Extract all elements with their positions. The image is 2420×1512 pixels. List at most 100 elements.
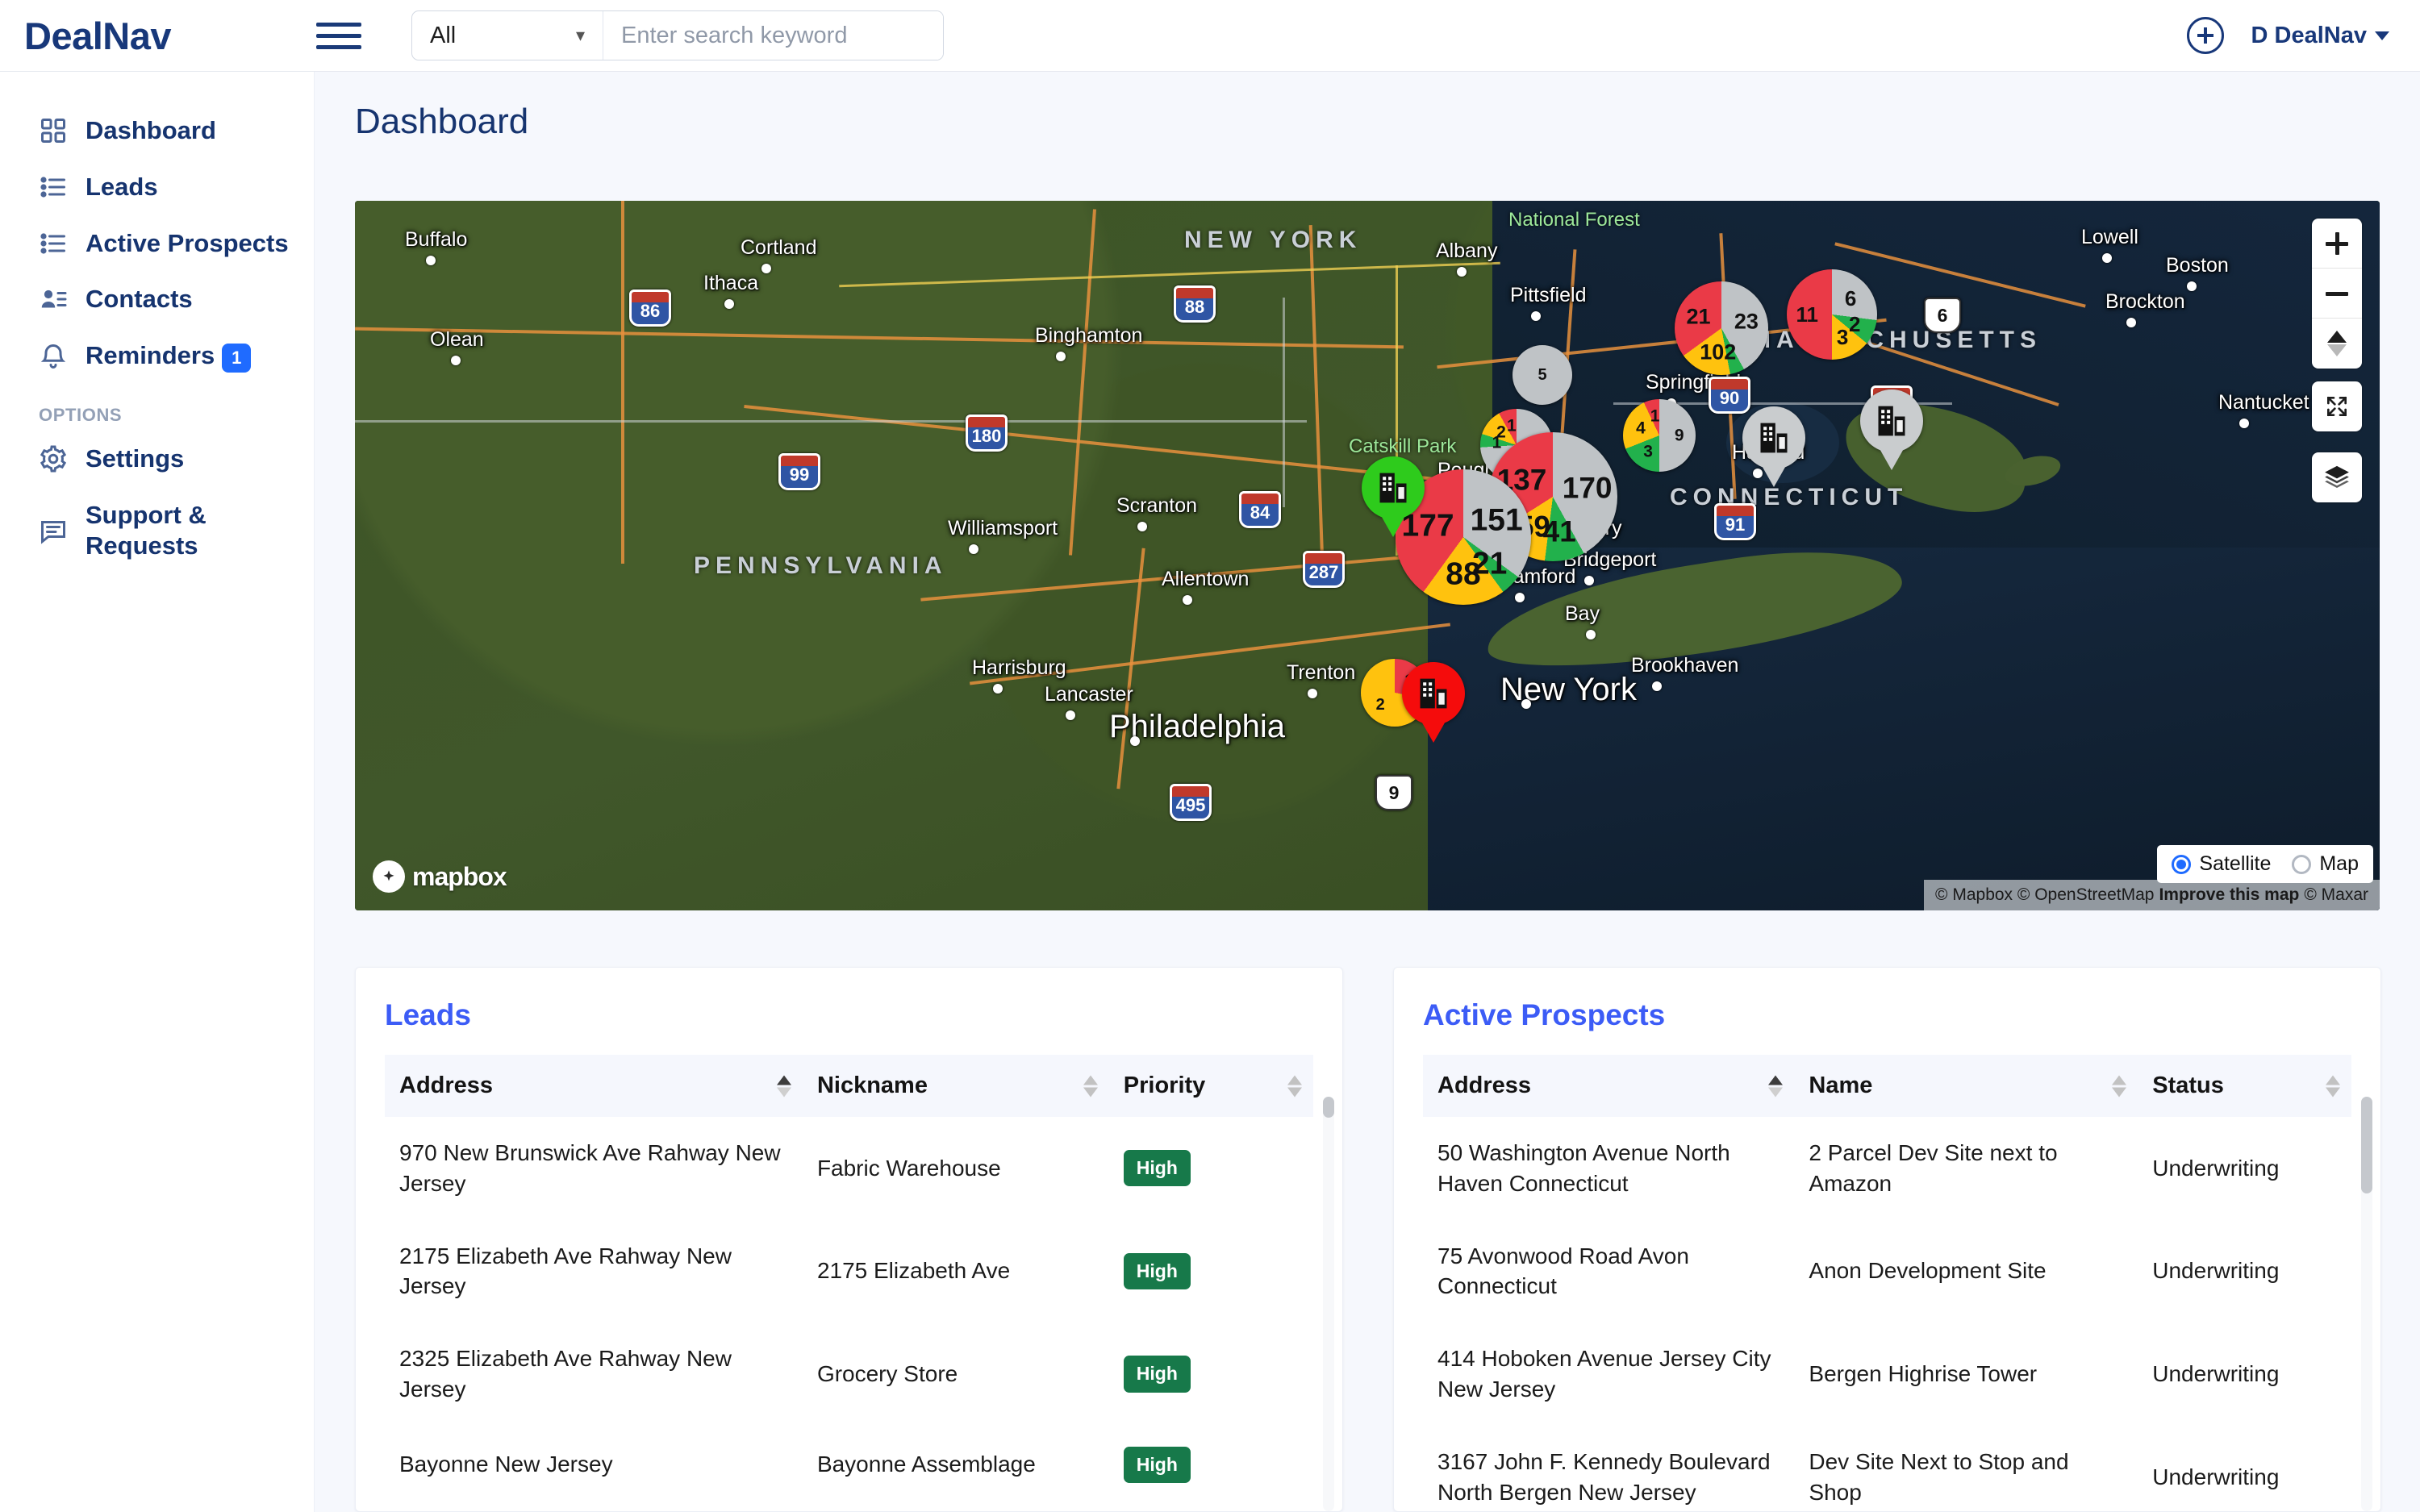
cell-priority: High	[1109, 1220, 1313, 1323]
grid-icon	[39, 116, 68, 145]
table-row[interactable]: 970 New Brunswick Ave Rahway New Jersey F…	[385, 1117, 1313, 1220]
hamburger-menu-icon[interactable]	[316, 18, 361, 53]
table-row[interactable]: 2325 Elizabeth Ave Rahway New Jersey Groc…	[385, 1322, 1313, 1426]
map-city-dot	[2102, 253, 2112, 263]
cluster-segment-count: 1	[1650, 406, 1660, 426]
cell-status: Underwriting	[2152, 1258, 2280, 1284]
table-row[interactable]: 158 E Westfield Ave Roselle Park New Jer…	[385, 1504, 1313, 1511]
sort-toggle[interactable]	[1083, 1075, 1098, 1097]
user-menu[interactable]: D DealNav	[2251, 23, 2389, 49]
column-header-priority[interactable]: Priority	[1108, 1055, 1313, 1117]
column-label: Address	[1437, 1073, 1532, 1098]
column-header-address[interactable]: Address	[1423, 1055, 1795, 1117]
cluster-segment-count: 170	[1562, 471, 1613, 505]
compass-button[interactable]	[2312, 319, 2362, 369]
column-header-status[interactable]: Status	[2138, 1055, 2351, 1117]
table-row[interactable]: 2175 Elizabeth Ave Rahway New Jersey 2175…	[385, 1220, 1313, 1323]
scrollbar-thumb[interactable]	[1323, 1097, 1334, 1118]
table-row[interactable]: 414 Hoboken Avenue Jersey City New Jerse…	[1423, 1322, 2351, 1426]
jersey-shore-pin[interactable]	[1402, 662, 1465, 725]
add-new-button[interactable]	[2186, 17, 2224, 54]
cell-address: 2175 Elizabeth Ave Rahway New Jersey	[399, 1243, 732, 1299]
leads-table-head: Address Nickname Priority	[385, 1055, 1313, 1117]
search-category-select[interactable]: All ▾	[412, 11, 603, 60]
sort-toggle[interactable]	[2326, 1075, 2340, 1097]
boston-cluster[interactable]: 6 2 3 11	[1787, 269, 1877, 360]
zoom-out-button[interactable]	[2312, 269, 2362, 319]
scrollbar-thumb[interactable]	[2361, 1097, 2372, 1193]
basemap-option-map[interactable]: Map	[2292, 852, 2359, 876]
table-row[interactable]: Bayonne New Jersey Bayonne Assemblage High	[385, 1426, 1313, 1504]
sidebar-item-settings[interactable]: Settings	[0, 431, 314, 487]
sort-toggle[interactable]	[776, 1075, 791, 1097]
highway-shield-icon: 287	[1303, 551, 1345, 588]
highway-shield-icon: 84	[1239, 491, 1281, 528]
cluster-segment-count: 9	[1674, 426, 1684, 445]
sort-toggle[interactable]	[2112, 1075, 2127, 1097]
leads-scrollbar[interactable]	[1323, 1097, 1334, 1511]
basemap-toggle[interactable]: Satellite Map	[2157, 845, 2373, 883]
prospects-table: Address Name Status 50 Washington Avenue…	[1423, 1055, 2351, 1511]
sidebar-item-label: Active Prospects	[86, 228, 289, 257]
table-row[interactable]: 3167 John F. Kennedy Boulevard North Ber…	[1423, 1426, 2351, 1511]
basemap-option-satellite[interactable]: Satellite	[2172, 852, 2271, 876]
property-map[interactable]: Buffalo Cortland Ithaca Olean Binghamton NEW …	[355, 201, 2380, 910]
new-haven-cluster[interactable]: 9 3 41	[1623, 399, 1696, 472]
attribution-tail: © Maxar	[2304, 885, 2368, 904]
cape-cod-pin[interactable]	[1860, 389, 1923, 452]
cell-nickname: 2175 Elizabeth Ave	[816, 1258, 1011, 1284]
boston-west-cluster[interactable]: 23 2 10 21	[1675, 281, 1768, 375]
radio-map[interactable]	[2292, 854, 2312, 874]
prospects-panel-title: Active Prospects	[1423, 998, 1666, 1031]
search-input[interactable]	[603, 11, 943, 60]
fullscreen-icon	[2327, 397, 2347, 416]
mapbox-logo[interactable]: mapbox	[373, 860, 507, 893]
column-header-name[interactable]: Name	[1794, 1055, 2138, 1117]
table-header-row: Address Name Status	[1423, 1055, 2351, 1117]
table-row[interactable]: 50 Washington Avenue North Haven Connect…	[1423, 1117, 2351, 1220]
map-layers-button[interactable]	[2312, 452, 2362, 502]
column-label: Status	[2152, 1073, 2224, 1098]
column-header-nickname[interactable]: Nickname	[802, 1055, 1109, 1117]
sidebar-item-support-requests[interactable]: Support & Requests	[0, 487, 314, 574]
highway-shield-icon: 86	[629, 289, 671, 327]
fullscreen-button[interactable]	[2312, 381, 2362, 431]
map-canvas[interactable]: Buffalo Cortland Ithaca Olean Binghamton NEW …	[355, 201, 2380, 910]
map-city-dot	[1515, 593, 1525, 602]
poughkeepsie-pin[interactable]	[1362, 456, 1425, 519]
sidebar-item-dashboard[interactable]: Dashboard	[0, 102, 314, 159]
map-city-dot	[969, 544, 978, 554]
sort-toggle[interactable]	[1768, 1075, 1784, 1097]
column-header-address[interactable]: Address	[385, 1055, 803, 1117]
app-logo[interactable]: DealNav	[0, 14, 323, 58]
contacts-icon	[39, 285, 68, 314]
map-city-dot	[2239, 419, 2249, 428]
sidebar-section-label: OPTIONS	[39, 405, 123, 426]
compass-icon	[2327, 331, 2347, 356]
improve-this-map-link[interactable]: Improve this map	[2159, 885, 2299, 905]
map-state-border	[1283, 298, 1285, 507]
cluster-segment-count: 2	[1849, 312, 1861, 337]
leads-table: Address Nickname Priority 970 New Brunsw…	[385, 1055, 1313, 1511]
search-group: All ▾	[411, 10, 944, 60]
cluster-segment-count: 3	[1643, 442, 1653, 461]
sidebar-item-active-prospects[interactable]: Active Prospects	[0, 215, 314, 272]
priority-badge: High	[1123, 1150, 1191, 1187]
sidebar-item-leads[interactable]: Leads	[0, 159, 314, 215]
sidebar-item-contacts[interactable]: Contacts	[0, 271, 314, 327]
sidebar-item-reminders[interactable]: Reminders 1	[0, 327, 314, 385]
hartford-cluster[interactable]: 5	[1512, 345, 1572, 405]
rhode-island-pin[interactable]	[1742, 406, 1805, 469]
cell-name: Anon Development Site	[1809, 1258, 2047, 1284]
building-icon	[1874, 403, 1909, 439]
cluster-segment-count: 4	[1636, 419, 1646, 438]
column-label: Priority	[1123, 1073, 1206, 1098]
sort-toggle[interactable]	[1287, 1075, 1302, 1097]
radio-satellite[interactable]	[2172, 854, 2192, 874]
map-city-dot	[724, 299, 734, 309]
zoom-in-button[interactable]	[2312, 219, 2362, 269]
prospects-scrollbar[interactable]	[2361, 1097, 2372, 1511]
table-row[interactable]: 75 Avonwood Road Avon Connecticut Anon De…	[1423, 1220, 2351, 1323]
map-city-dot	[1130, 736, 1140, 746]
cell-name: 2 Parcel Dev Site next to Amazon	[1809, 1140, 2058, 1196]
